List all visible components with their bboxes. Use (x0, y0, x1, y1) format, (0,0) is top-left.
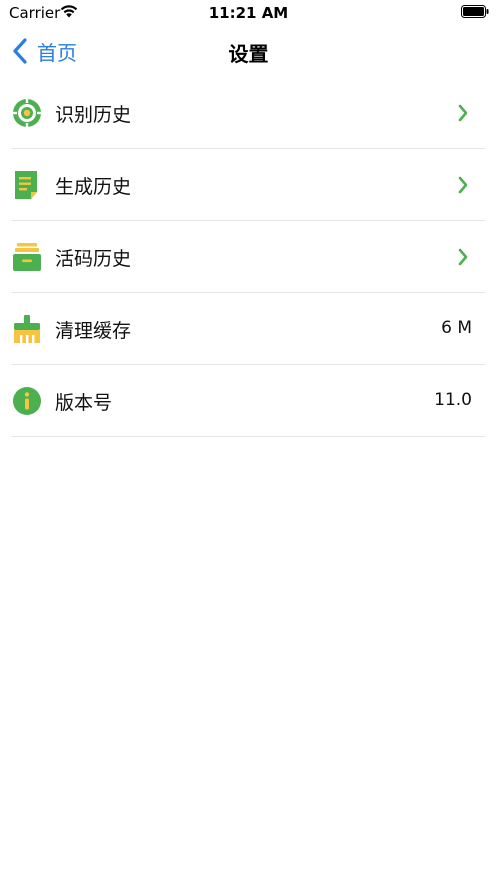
settings-row-dynamic-code-history[interactable]: 活码历史 (0, 221, 497, 293)
scan-target-icon (12, 98, 42, 128)
row-divider (12, 436, 485, 437)
settings-row-label: 生成历史 (55, 176, 132, 198)
chevron-right-icon (458, 248, 468, 266)
archive-box-icon (13, 243, 41, 271)
settings-row-label: 清理缓存 (55, 320, 132, 342)
settings-row-label: 版本号 (55, 392, 113, 414)
settings-row-label: 识别历史 (55, 104, 132, 126)
settings-list: 识别历史 生成历史 活码历史 清理缓存 6 M 版本号 11.0 (0, 77, 497, 437)
settings-row-generate-history[interactable]: 生成历史 (0, 149, 497, 221)
chevron-right-icon (458, 176, 468, 194)
settings-row-scan-history[interactable]: 识别历史 (0, 77, 497, 149)
status-bar: Carrier 11:21 AM (0, 0, 497, 26)
navigation-bar: 首页 设置 (0, 26, 497, 76)
cache-size-value: 6 M (441, 318, 472, 338)
version-value: 11.0 (434, 390, 472, 410)
settings-row-version: 版本号 11.0 (0, 365, 497, 437)
document-icon (15, 171, 37, 199)
chevron-right-icon (458, 104, 468, 122)
info-icon (13, 387, 41, 415)
status-time: 11:21 AM (208, 4, 289, 22)
settings-row-clear-cache[interactable]: 清理缓存 6 M (0, 293, 497, 365)
page-title: 设置 (228, 42, 269, 66)
broom-icon (14, 315, 40, 343)
settings-row-label: 活码历史 (55, 248, 132, 270)
battery-icon (461, 5, 489, 18)
